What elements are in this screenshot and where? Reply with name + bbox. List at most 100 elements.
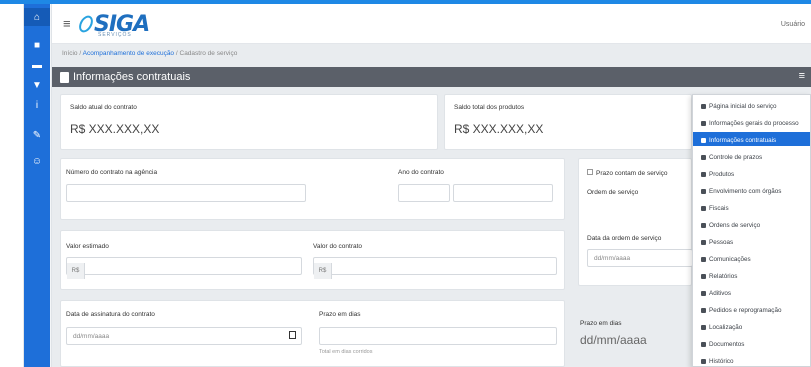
data-assinatura-input[interactable]: dd/mm/aaaa	[66, 327, 302, 345]
contract-number-card: Número do contrato na agência Ano do con…	[60, 158, 565, 220]
filter-icon[interactable]: ▼	[24, 76, 50, 94]
menu-item-label: Comunicações	[709, 256, 751, 263]
chat-icon	[701, 257, 706, 262]
valor-estimado-label: Valor estimado	[66, 243, 109, 250]
menu-item-label: Pessoas	[709, 239, 734, 246]
menu-item-envolvimento[interactable]: Envolvimento com órgãos	[693, 183, 810, 197]
sidebar-icon-strip: ⌂ ■ ▬ ▼ i ✎ ☺	[24, 4, 50, 367]
sidebar: ⌂ ■ ▬ ▼ i ✎ ☺	[0, 4, 52, 367]
valor-estimado-input[interactable]: R$	[66, 257, 302, 279]
menu-item-label: Fiscais	[709, 205, 729, 212]
menu-toggle-icon[interactable]: ≡	[63, 16, 71, 31]
folder-icon	[701, 342, 706, 347]
checkbox-icon[interactable]	[587, 169, 593, 175]
top-header: ≡ SIGA SERVIÇOS Usuário	[52, 4, 811, 44]
prazo-dias-input[interactable]	[319, 327, 557, 345]
data-ordem-label: Data da ordem de serviço	[587, 235, 662, 242]
home-icon	[701, 104, 706, 109]
menu-item-label: Página inicial do serviço	[709, 103, 777, 110]
menu-item-fiscais[interactable]: Fiscais	[693, 200, 810, 214]
prazo-dias-hint: Total em dias corridos	[319, 349, 373, 355]
menu-item-ordens-servico[interactable]: Ordens de serviço	[693, 217, 810, 231]
menu-item-label: Informações gerais do processo	[709, 120, 799, 127]
menu-item-label: Ordens de serviço	[709, 222, 761, 229]
logo-subtitle: SERVIÇOS	[98, 32, 132, 38]
valor-contrato-label: Valor do contrato	[313, 243, 363, 250]
prazo-check-label: Prazo contam de serviço	[587, 169, 668, 177]
ano-input-1[interactable]	[398, 184, 450, 202]
menu-item-controle-prazos[interactable]: Controle de prazos	[693, 149, 810, 163]
menu-item-comunicacoes[interactable]: Comunicações	[693, 251, 810, 265]
gear-icon	[701, 223, 706, 228]
menu-item-aditivos[interactable]: Aditivos	[693, 285, 810, 299]
menu-item-label: Localização	[709, 324, 743, 331]
breadcrumb-current: Cadastro de serviço	[179, 50, 238, 57]
sidebar-edge	[0, 4, 24, 367]
user-icon[interactable]: ☺	[24, 152, 50, 170]
user-icon	[701, 206, 706, 211]
saldo-atual-value: R$ XXX.XXX,XX	[70, 122, 160, 136]
history-icon	[701, 359, 706, 364]
numero-contrato-input[interactable]	[66, 184, 306, 202]
briefcase-icon[interactable]: ■	[24, 36, 50, 54]
users-icon	[701, 240, 706, 245]
data-assinatura-value: dd/mm/aaaa	[73, 333, 110, 340]
panel-header: Informações contratuais ≡	[52, 67, 811, 87]
breadcrumb-section[interactable]: Acompanhamento de execução	[83, 50, 174, 57]
menu-item-produtos[interactable]: Produtos	[693, 166, 810, 180]
wrench-icon[interactable]: ✎	[24, 126, 50, 144]
ordem-servico-card: Prazo contam de serviço Ordem de serviço…	[578, 158, 693, 286]
prazo-dias-label: Prazo em dias	[319, 311, 361, 318]
folder-icon[interactable]: ▬	[24, 56, 50, 74]
refresh-icon	[701, 308, 706, 313]
breadcrumb-home[interactable]: Início	[62, 50, 78, 57]
menu-item-pedidos[interactable]: Pedidos e reprogramação	[693, 302, 810, 316]
panel-title-text: Informações contratuais	[73, 71, 191, 83]
box-icon	[701, 172, 706, 177]
menu-item-historico[interactable]: Histórico	[693, 353, 810, 367]
menu-item-label: Relatórios	[709, 273, 738, 280]
currency-prefix: R$	[314, 263, 332, 279]
saldo-atual-label: Saldo atual do contrato	[70, 104, 137, 111]
ano-label: Ano do contrato	[398, 169, 444, 176]
menu-item-relatorios[interactable]: Relatórios	[693, 268, 810, 282]
data-ordem-input[interactable]: dd/mm/aaaa	[587, 249, 693, 267]
clock-icon	[701, 155, 706, 160]
user-link[interactable]: Usuário	[781, 21, 805, 28]
saldo-total-card: Saldo total dos produtos R$ XXX.XXX,XX	[444, 94, 692, 150]
info-icon	[701, 121, 706, 126]
link-icon	[701, 189, 706, 194]
breadcrumb: Início / Acompanhamento de execução / Ca…	[62, 50, 237, 57]
logo-swirl	[76, 13, 96, 35]
saldo-total-label: Saldo total dos produtos	[454, 104, 525, 111]
plus-icon	[701, 291, 706, 296]
menu-item-label: Informações contratuais	[709, 137, 777, 144]
menu-item-label: Produtos	[709, 171, 735, 178]
menu-item-localizacao[interactable]: Localização	[693, 319, 810, 333]
ano-input-2[interactable]	[453, 184, 553, 202]
menu-item-pagina-inicial[interactable]: Página inicial do serviço	[693, 98, 810, 112]
section-dropdown-menu: Página inicial do serviço Informações ge…	[692, 94, 811, 367]
menu-item-informacoes-contratuais[interactable]: Informações contratuais	[693, 132, 810, 146]
siga-logo[interactable]: SIGA SERVIÇOS	[76, 9, 150, 39]
currency-prefix: R$	[67, 263, 85, 279]
section-menu-icon[interactable]: ≡	[799, 70, 805, 82]
info-icon[interactable]: i	[24, 96, 50, 114]
prazo-check-text: Prazo contam de serviço	[596, 170, 668, 177]
menu-item-documentos[interactable]: Documentos	[693, 336, 810, 350]
home-icon[interactable]: ⌂	[24, 8, 50, 26]
menu-item-label: Envolvimento com órgãos	[709, 188, 782, 195]
document-icon	[701, 138, 706, 143]
menu-item-informacoes-gerais[interactable]: Informações gerais do processo	[693, 115, 810, 129]
menu-item-pessoas[interactable]: Pessoas	[693, 234, 810, 248]
ordem-label: Ordem de serviço	[587, 189, 639, 196]
valores-card: Valor estimado R$ Valor do contrato R$	[60, 230, 565, 290]
panel-title: Informações contratuais	[60, 71, 190, 83]
menu-item-label: Histórico	[709, 358, 734, 365]
saldo-atual-card: Saldo atual do contrato R$ XXX.XXX,XX	[60, 94, 438, 150]
saldo-total-value: R$ XXX.XXX,XX	[454, 122, 544, 136]
calendar-icon[interactable]	[289, 331, 296, 339]
valor-contrato-input[interactable]: R$	[313, 257, 557, 279]
prazo-em-dias-value: dd/mm/aaaa	[580, 333, 647, 347]
numero-contrato-label: Número do contrato na agência	[66, 169, 158, 176]
